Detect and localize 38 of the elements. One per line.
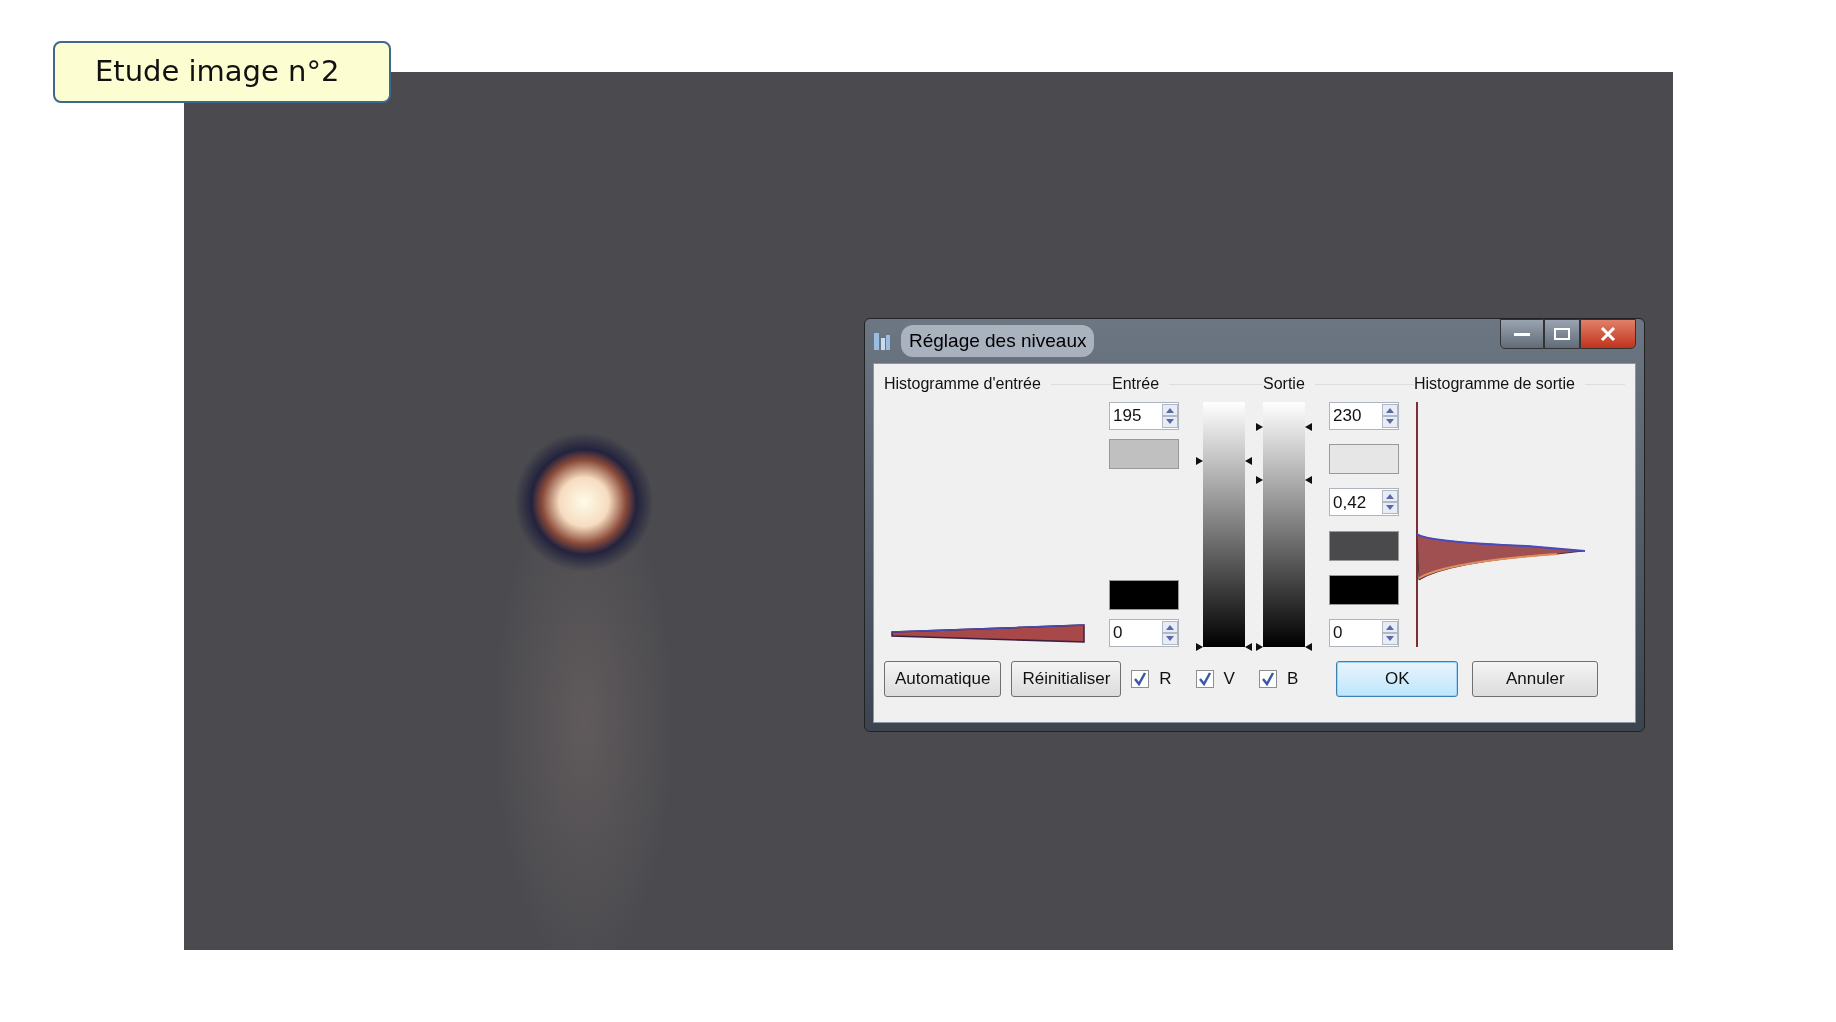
close-button[interactable] xyxy=(1580,319,1636,349)
spin-arrows-icon xyxy=(1162,621,1178,645)
slider-thumb[interactable] xyxy=(1196,456,1252,465)
spin-arrows-icon xyxy=(1382,404,1398,428)
ok-button[interactable]: OK xyxy=(1336,661,1459,697)
dialog-button[interactable]: Réinitialiser xyxy=(1011,661,1122,697)
window-title: Réglage des niveaux xyxy=(901,324,1095,358)
minimize-button[interactable] xyxy=(1500,319,1544,349)
section-header: Sortie xyxy=(1263,374,1305,394)
spin-field[interactable]: 0 xyxy=(1329,618,1399,647)
spin-field[interactable]: 195 xyxy=(1109,402,1179,430)
spin-field[interactable]: 0,42 xyxy=(1329,488,1399,517)
spin-arrows-icon xyxy=(1162,404,1178,428)
spin-arrows-icon xyxy=(1382,490,1398,515)
dialog-button[interactable]: Automatique xyxy=(884,661,1002,697)
minimize-icon xyxy=(1514,332,1530,336)
checkbox[interactable] xyxy=(1195,669,1214,688)
slider-thumb[interactable] xyxy=(1256,422,1312,431)
spin-arrows-icon xyxy=(1382,620,1398,645)
maximize-button[interactable] xyxy=(1544,319,1580,349)
checkbox[interactable] xyxy=(1258,669,1277,688)
section-header: Histogramme d'entrée xyxy=(884,374,1041,394)
spin-field[interactable]: 230 xyxy=(1329,402,1399,430)
close-icon xyxy=(1600,327,1616,341)
checkbox[interactable] xyxy=(1131,669,1150,688)
spin-field[interactable]: 0 xyxy=(1109,619,1179,647)
checkbox-label: V xyxy=(1223,668,1235,690)
histogram-icon xyxy=(873,331,891,351)
maximize-icon xyxy=(1554,328,1570,340)
slider-thumb[interactable] xyxy=(1256,643,1312,651)
checkbox-label: B xyxy=(1286,668,1299,690)
section-header: Histogramme de sortie xyxy=(1414,374,1575,394)
dialog-button[interactable]: Annuler xyxy=(1472,661,1599,697)
slider-thumb[interactable] xyxy=(1256,476,1312,485)
section-header: Entrée xyxy=(1112,374,1160,394)
slider-thumb[interactable] xyxy=(1196,643,1252,651)
checkbox-label: R xyxy=(1159,668,1172,690)
slide-title: Etude image n°2 xyxy=(53,41,391,103)
